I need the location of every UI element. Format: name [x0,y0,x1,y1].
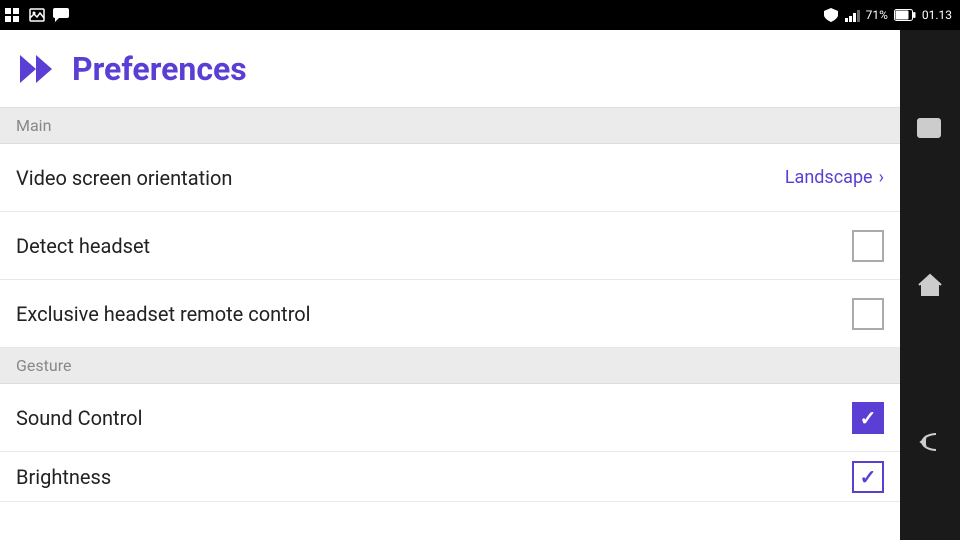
image-icon [28,6,46,24]
section-header-main: Main [0,108,900,144]
video-orientation-label: Video screen orientation [16,166,232,190]
detect-headset-checkbox[interactable] [852,230,884,262]
status-right-info: 71% 01.13 [823,7,952,23]
detect-headset-label: Detect headset [16,234,150,258]
list-item-detect-headset[interactable]: Detect headset [0,212,900,280]
exclusive-headset-label: Exclusive headset remote control [16,302,311,326]
chevron-icon: › [879,167,884,188]
page-header: Preferences [0,30,900,108]
status-bar: 71% 01.13 [0,0,960,30]
sound-control-label: Sound Control [16,406,142,430]
signal-icon [845,8,860,22]
battery-icon [894,9,916,21]
clock: 01.13 [922,8,952,22]
brightness-label: Brightness [16,465,111,489]
sound-control-checkbox[interactable] [852,402,884,434]
main-content: Preferences Main Video screen orientatio… [0,30,900,540]
bbm-icon [52,6,70,24]
right-sidebar [900,30,960,540]
list-item-exclusive-headset[interactable]: Exclusive headset remote control [0,280,900,348]
shield-icon [823,7,839,23]
page-title: Preferences [72,50,247,88]
video-orientation-value[interactable]: Landscape › [785,167,884,188]
exclusive-headset-checkbox[interactable] [852,298,884,330]
list-item-video-orientation[interactable]: Video screen orientation Landscape › [0,144,900,212]
list-item-brightness[interactable]: Brightness [0,452,900,502]
section-header-gesture: Gesture [0,348,900,384]
menu-icon [4,6,22,24]
list-item-sound-control[interactable]: Sound Control [0,384,900,452]
window-button[interactable] [908,106,952,150]
brightness-checkbox[interactable] [852,461,884,493]
back-button[interactable] [908,420,952,464]
status-left-icons [4,6,70,24]
home-button[interactable] [908,263,952,307]
battery-percent: 71% [866,8,888,22]
app-logo [16,47,60,91]
